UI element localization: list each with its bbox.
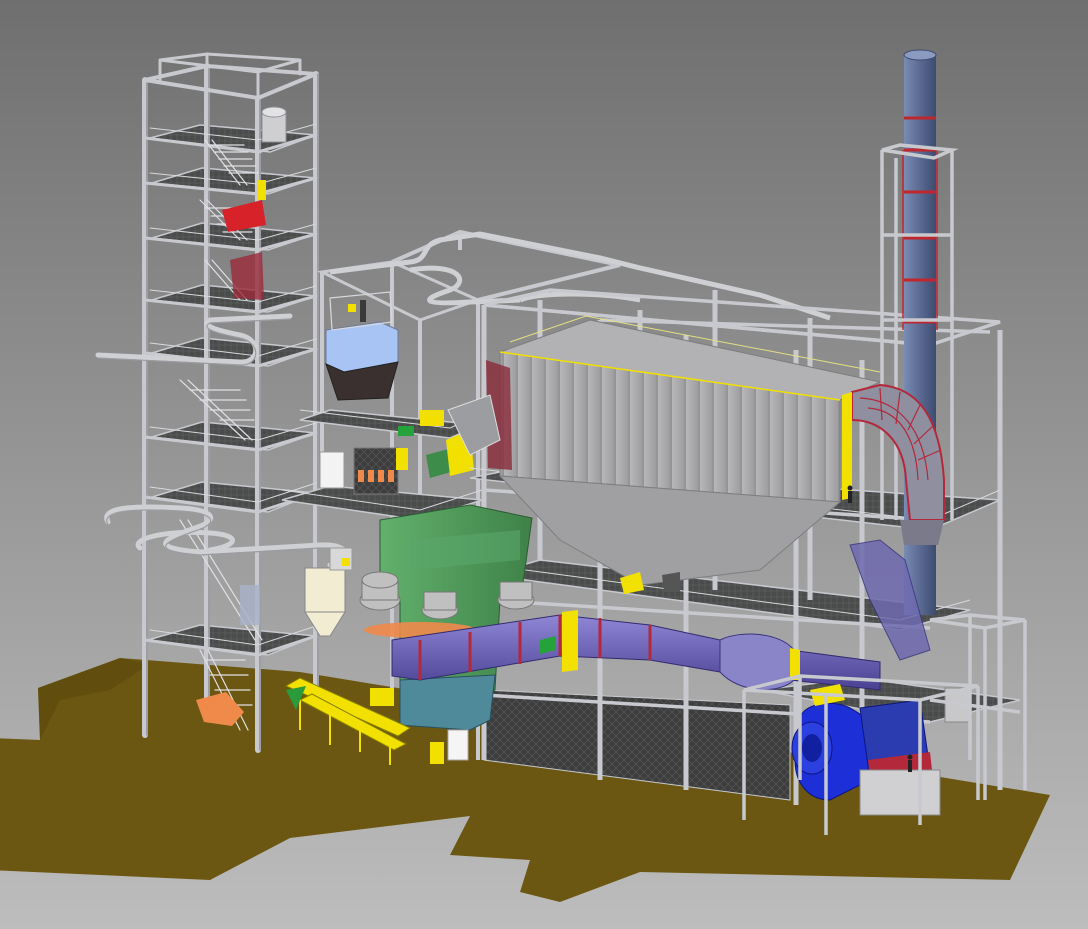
cad-viewport[interactable] (0, 0, 1088, 929)
plant-3d-model (0, 0, 1088, 929)
tower-cabin (261, 106, 287, 143)
